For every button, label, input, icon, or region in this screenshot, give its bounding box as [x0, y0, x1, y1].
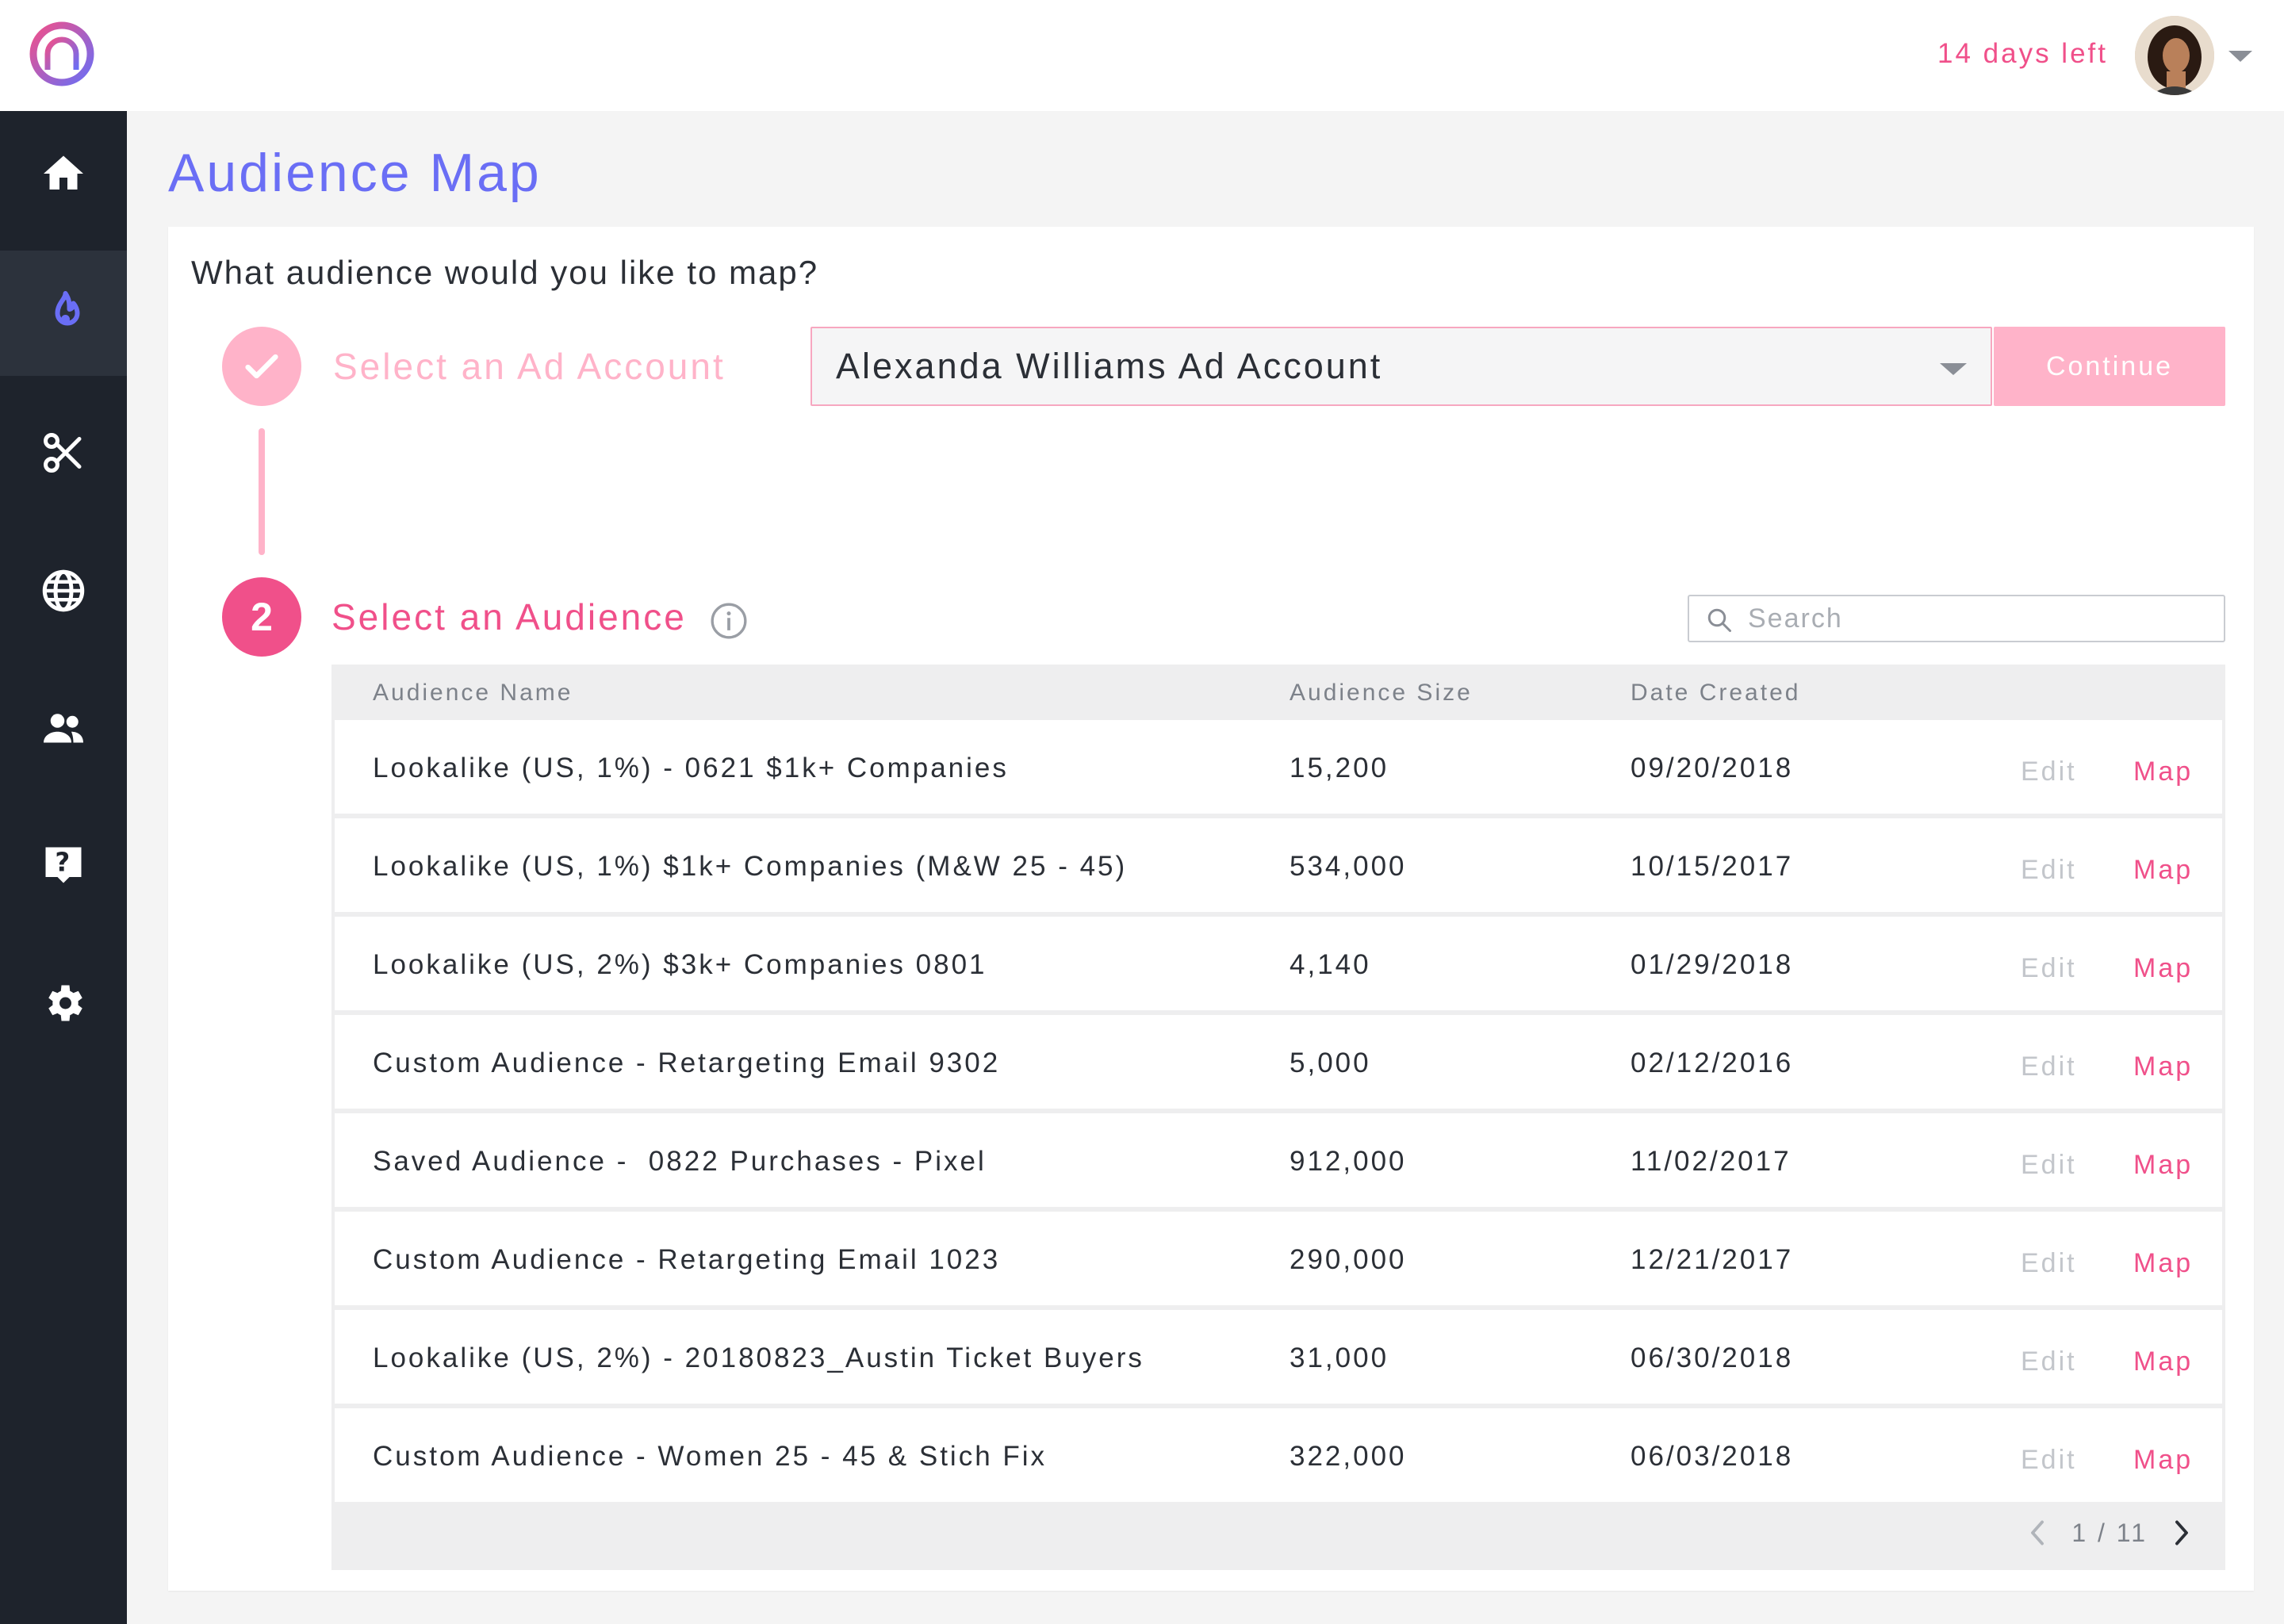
table-row[interactable]: Lookalike (US, 2%) $3k+ Companies 0801 4,…: [335, 917, 2222, 1010]
audience-name-cell: Lookalike (US, 1%) - 0621 $1k+ Companies: [373, 753, 1009, 783]
sidebar-item-settings[interactable]: [0, 940, 127, 1066]
audience-size-cell: 31,000: [1290, 1342, 1389, 1373]
table-row[interactable]: Saved Audience - 0822 Purchases - Pixel 9…: [335, 1113, 2222, 1207]
table-row[interactable]: Custom Audience - Women 25 - 45 & Stich …: [335, 1408, 2222, 1502]
continue-button[interactable]: Continue: [1994, 327, 2225, 406]
audience-name-cell: Custom Audience - Retargeting Email 1023: [373, 1244, 1001, 1275]
audience-size-cell: 4,140: [1290, 949, 1371, 980]
edit-link[interactable]: Edit: [2021, 1048, 2077, 1085]
help-icon: ?: [45, 847, 82, 883]
step2-indicator: 2: [222, 577, 301, 657]
map-link[interactable]: Map: [2133, 1343, 2193, 1380]
table-row[interactable]: Custom Audience - Retargeting Email 1023…: [335, 1212, 2222, 1305]
checkmark-icon: [245, 354, 278, 379]
sidebar-item-home[interactable]: [0, 111, 127, 236]
map-link[interactable]: Map: [2133, 852, 2193, 888]
date-created-cell: 12/21/2017: [1631, 1244, 1794, 1275]
table-row[interactable]: Lookalike (US, 1%) $1k+ Companies (M&W 2…: [335, 818, 2222, 912]
search-input[interactable]: [1748, 603, 2192, 634]
avatar[interactable]: [2135, 16, 2214, 95]
sidebar-item-people[interactable]: [0, 666, 127, 791]
search-icon: [1707, 608, 1731, 632]
chevron-down-icon: [1940, 363, 1967, 375]
date-created-cell: 10/15/2017: [1631, 851, 1794, 882]
edit-link[interactable]: Edit: [2021, 753, 2077, 790]
audience-search[interactable]: [1688, 595, 2225, 642]
table-header: Audience Name Audience Size Date Created: [331, 665, 2225, 717]
audience-name-cell: Saved Audience - 0822 Purchases - Pixel: [373, 1146, 987, 1177]
gear-icon: [48, 985, 82, 1021]
step1-label: Select an Ad Account: [333, 346, 726, 387]
date-created-cell: 11/02/2017: [1631, 1146, 1792, 1177]
edit-link[interactable]: Edit: [2021, 1147, 2077, 1183]
audience-question: What audience would you like to map?: [191, 254, 819, 291]
people-icon: [44, 714, 83, 743]
edit-link[interactable]: Edit: [2021, 950, 2077, 986]
audience-size-cell: 290,000: [1290, 1244, 1407, 1275]
column-header-audience-size[interactable]: Audience Size: [1290, 677, 1473, 709]
date-created-cell: 02/12/2016: [1631, 1048, 1794, 1078]
audience-size-cell: 534,000: [1290, 851, 1407, 882]
svg-text:?: ?: [55, 848, 71, 878]
table-row[interactable]: Lookalike (US, 1%) - 0621 $1k+ Companies…: [335, 720, 2222, 814]
chevron-left-icon[interactable]: [2025, 1519, 2049, 1547]
step-connector: [259, 428, 265, 555]
audience-name-cell: Custom Audience - Women 25 - 45 & Stich …: [373, 1441, 1048, 1472]
audience-size-cell: 5,000: [1290, 1048, 1371, 1078]
map-link[interactable]: Map: [2133, 1147, 2193, 1183]
date-created-cell: 06/30/2018: [1631, 1342, 1794, 1373]
info-icon[interactable]: [709, 601, 749, 641]
globe-icon: [42, 569, 85, 612]
audience-size-cell: 15,200: [1290, 753, 1389, 783]
table-row[interactable]: Custom Audience - Retargeting Email 9302…: [335, 1015, 2222, 1109]
map-link[interactable]: Map: [2133, 950, 2193, 986]
map-link[interactable]: Map: [2133, 1442, 2193, 1478]
column-header-audience-name[interactable]: Audience Name: [373, 677, 573, 709]
step1-complete-indicator: [222, 327, 301, 406]
map-link[interactable]: Map: [2133, 1245, 2193, 1281]
avatar-photo: [2135, 16, 2214, 95]
ad-account-select-value: Alexanda Williams Ad Account: [836, 346, 1383, 386]
date-created-cell: 01/29/2018: [1631, 949, 1794, 980]
map-link[interactable]: Map: [2133, 1048, 2193, 1085]
table-row[interactable]: Lookalike (US, 2%) - 20180823_Austin Tic…: [335, 1310, 2222, 1404]
step2-label: Select an Audience: [331, 596, 687, 638]
audience-name-cell: Lookalike (US, 2%) $3k+ Companies 0801: [373, 949, 987, 980]
flame-icon: [55, 291, 80, 326]
logo-icon[interactable]: [29, 21, 95, 87]
scissors-icon: [44, 433, 82, 473]
edit-link[interactable]: Edit: [2021, 1442, 2077, 1478]
table-body: Lookalike (US, 1%) - 0621 $1k+ Companies…: [335, 720, 2222, 1507]
chevron-right-icon[interactable]: [2170, 1519, 2194, 1547]
trial-days-left: 14 days left: [1937, 38, 2108, 69]
audience-name-cell: Lookalike (US, 2%) - 20180823_Austin Tic…: [373, 1342, 1144, 1373]
date-created-cell: 06/03/2018: [1631, 1441, 1794, 1472]
audience-name-cell: Custom Audience - Retargeting Email 9302: [373, 1048, 1001, 1078]
sidebar-item-help[interactable]: ?: [0, 802, 127, 928]
audience-table: Audience Name Audience Size Date Created…: [331, 665, 2225, 1570]
home-icon: [44, 155, 83, 190]
sidebar-item-web[interactable]: [0, 528, 127, 653]
sidebar-item-audience[interactable]: [0, 251, 127, 376]
edit-link[interactable]: Edit: [2021, 1245, 2077, 1281]
pagination: 1 / 11: [2025, 1515, 2194, 1551]
top-bar: 14 days left: [0, 0, 2284, 111]
audience-size-cell: 912,000: [1290, 1146, 1407, 1177]
page-title: Audience Map: [168, 143, 542, 203]
sidebar: ?: [0, 111, 127, 1624]
account-menu-caret-icon[interactable]: [2228, 51, 2252, 62]
audience-name-cell: Lookalike (US, 1%) $1k+ Companies (M&W 2…: [373, 851, 1128, 882]
date-created-cell: 09/20/2018: [1631, 753, 1794, 783]
page-indicator: 1 / 11: [2071, 1518, 2148, 1547]
audience-size-cell: 322,000: [1290, 1441, 1407, 1472]
sidebar-item-tools[interactable]: [0, 390, 127, 515]
map-link[interactable]: Map: [2133, 753, 2193, 790]
ad-account-select[interactable]: Alexanda Williams Ad Account: [811, 327, 1992, 406]
edit-link[interactable]: Edit: [2021, 1343, 2077, 1380]
edit-link[interactable]: Edit: [2021, 852, 2077, 888]
column-header-date-created[interactable]: Date Created: [1631, 677, 1800, 709]
